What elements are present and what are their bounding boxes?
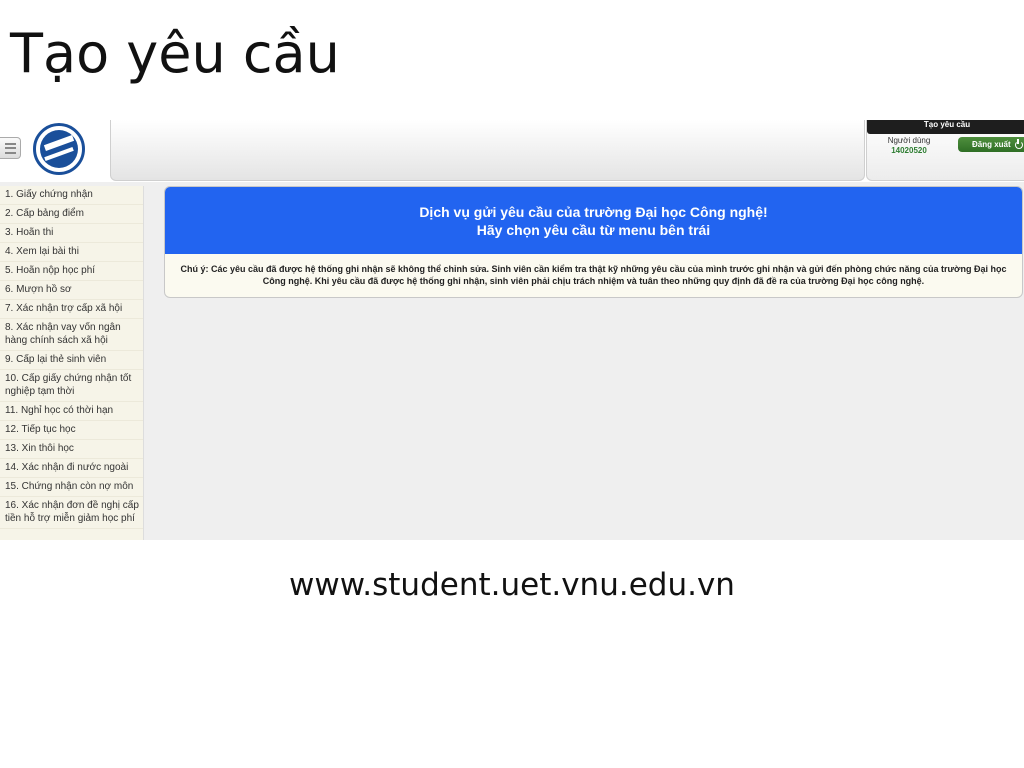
screenshot-frame: Tạo yêu cầu Người dùng 14020520 Đăng xuấ…: [0, 120, 1024, 540]
user-panel-topbar: Tạo yêu cầu: [867, 120, 1024, 134]
hamburger-menu-icon[interactable]: [0, 137, 21, 159]
menu-item[interactable]: 10. Cấp giấy chứng nhận tốt nghiệp tạm t…: [0, 370, 143, 402]
menu-item[interactable]: 3. Hoãn thi: [0, 224, 143, 243]
menu-item[interactable]: 12. Tiếp tục học: [0, 421, 143, 440]
main-content: Dịch vụ gửi yêu cầu của trường Đại học C…: [164, 186, 1023, 298]
menu-item[interactable]: 1. Giấy chứng nhận: [0, 186, 143, 205]
user-label: Người dùng: [887, 136, 931, 145]
header-banner: [110, 120, 865, 181]
logout-label: Đăng xuất: [972, 140, 1011, 149]
menu-item[interactable]: 15. Chứng nhận còn nợ môn: [0, 478, 143, 497]
welcome-subheading: Hãy chọn yêu cầu từ menu bên trái: [476, 221, 711, 238]
menu-item[interactable]: 2. Cấp bảng điểm: [0, 205, 143, 224]
menu-item[interactable]: 14. Xác nhận đi nước ngoài: [0, 459, 143, 478]
university-logo[interactable]: [33, 123, 85, 175]
menu-item[interactable]: 6. Mượn hồ sơ: [0, 281, 143, 300]
menu-item[interactable]: 5. Hoãn nộp học phí: [0, 262, 143, 281]
user-panel: Tạo yêu cầu Người dùng 14020520 Đăng xuấ…: [866, 120, 1024, 181]
power-icon: [1014, 138, 1023, 149]
site-url: www.student.uet.vnu.edu.vn: [289, 567, 735, 603]
page-header: Tạo yêu cầu Người dùng 14020520 Đăng xuấ…: [0, 120, 1024, 182]
welcome-banner: Dịch vụ gửi yêu cầu của trường Đại học C…: [165, 187, 1022, 254]
menu-item[interactable]: 7. Xác nhận trợ cấp xã hội: [0, 300, 143, 319]
menu-item[interactable]: 13. Xin thôi học: [0, 440, 143, 459]
request-menu: 1. Giấy chứng nhận 2. Cấp bảng điểm 3. Hoã…: [0, 186, 144, 540]
create-request-label: Tạo yêu cầu: [923, 120, 971, 129]
user-id: 14020520: [891, 146, 927, 155]
slide-title: Tạo yêu cầu: [10, 22, 340, 85]
menu-item[interactable]: 4. Xem lại bài thi: [0, 243, 143, 262]
menu-item[interactable]: 9. Cấp lại thẻ sinh viên: [0, 351, 143, 370]
menu-item[interactable]: 16. Xác nhận đơn đề nghị cấp tiền hỗ trợ…: [0, 497, 143, 529]
menu-item[interactable]: 8. Xác nhận vay vốn ngân hàng chính sách…: [0, 319, 143, 351]
logout-button[interactable]: Đăng xuất: [958, 137, 1024, 152]
welcome-heading: Dịch vụ gửi yêu cầu của trường Đại học C…: [419, 203, 768, 220]
menu-item[interactable]: 11. Nghỉ học có thời hạn: [0, 402, 143, 421]
notice-text: Chú ý: Các yêu cầu đã được hệ thống ghi …: [180, 264, 1007, 286]
